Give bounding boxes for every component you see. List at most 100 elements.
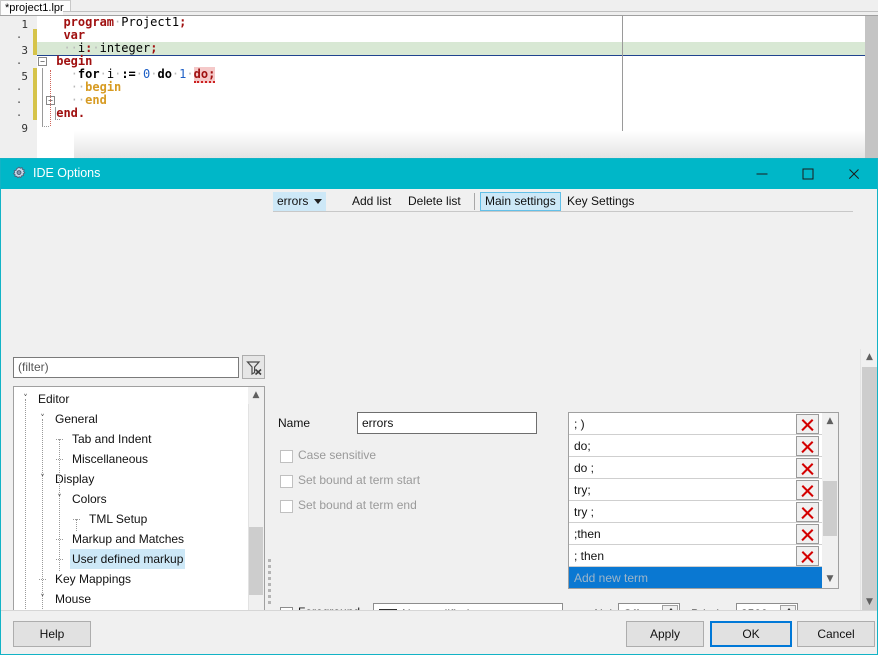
add-list-button[interactable]: Add list [348, 192, 395, 211]
line-number: 5 [21, 70, 28, 83]
bound-term-end-checkbox[interactable] [280, 500, 293, 513]
editor-code-area[interactable]: − − program·Project1; var ··i:·integer; … [37, 16, 878, 158]
case-sensitive-label: Case sensitive [298, 448, 377, 462]
ok-button[interactable]: OK [710, 621, 792, 647]
terms-list[interactable]: ; ) do; do ; try; try ; ;then ; then Add new te… [568, 412, 839, 589]
dialog-body: errors Add list Delete list Main setting… [1, 189, 877, 654]
apply-button[interactable]: Apply [626, 621, 704, 647]
tree-item-label: Miscellaneous [72, 452, 149, 466]
settings-toolbar: errors Add list Delete list Main setting… [273, 191, 853, 213]
tree-guide [59, 439, 60, 571]
tree-item-label: Tab and Indent [72, 432, 152, 446]
scroll-up-icon[interactable]: ▲ [861, 349, 877, 366]
editor-vertical-scrollbar[interactable] [865, 16, 878, 158]
term-value: ;then [574, 527, 601, 541]
line-number: 9 [21, 122, 28, 135]
scroll-down-icon[interactable]: ▼ [822, 571, 838, 588]
add-new-term-placeholder: Add new term [574, 571, 649, 585]
tree-item-label: Editor [38, 392, 70, 406]
chevron-down-icon [314, 199, 323, 204]
markup-list-combo[interactable]: errors [273, 192, 327, 211]
tree-item-label: Mouse [55, 592, 92, 606]
ide-options-dialog: IDE Options errors Add list Delete list … [0, 158, 878, 655]
bound-term-start-label: Set bound at term start [298, 473, 421, 487]
delete-term-button[interactable] [796, 524, 819, 544]
editor-gutter: 1 · 3 · 5 · · · 9 [0, 16, 33, 158]
bound-term-start-checkbox[interactable] [280, 475, 293, 488]
name-input-value: errors [362, 416, 394, 430]
add-new-term-row[interactable]: Add new term [569, 567, 823, 588]
tab-main-settings[interactable]: Main settings [480, 192, 561, 211]
tree-item-label: TML Setup [89, 512, 148, 526]
delete-term-button[interactable] [796, 458, 819, 478]
scroll-up-icon[interactable]: ▲ [822, 413, 838, 430]
help-button[interactable]: Help [13, 621, 91, 647]
tree-item-label: Markup and Matches [72, 532, 185, 546]
tree-item-label: User defined markup [70, 549, 186, 569]
maximize-button[interactable] [785, 159, 831, 189]
settings-pane-scrollbar[interactable]: ▲ ▼ [860, 349, 877, 654]
minimize-button[interactable] [739, 159, 785, 189]
delete-term-button[interactable] [796, 436, 819, 456]
line-number: · [15, 31, 23, 44]
gear-icon [11, 166, 27, 182]
close-button[interactable] [831, 159, 877, 189]
term-row[interactable]: do ; [569, 457, 823, 479]
line-number: 3 [21, 44, 28, 57]
tab-key-settings[interactable]: Key Settings [563, 192, 638, 211]
tree-scrollbar-thumb[interactable] [249, 527, 263, 595]
term-value: do ; [574, 461, 595, 475]
term-row[interactable]: try ; [569, 501, 823, 523]
term-row[interactable]: ; ) [569, 413, 823, 435]
editor-tabstrip: *project1.lpr [0, 0, 878, 15]
term-value: try ; [574, 505, 594, 519]
delete-term-button[interactable] [796, 480, 819, 500]
tree-guide [76, 519, 77, 531]
tree-item-label: Colors [72, 492, 107, 506]
dialog-title: IDE Options [33, 166, 101, 180]
line-number: · [15, 83, 23, 96]
delete-list-button[interactable]: Delete list [404, 192, 465, 211]
terms-scrollbar-thumb[interactable] [823, 481, 837, 536]
term-row[interactable]: do; [569, 435, 823, 457]
scroll-down-icon[interactable]: ▼ [861, 594, 877, 611]
case-sensitive-checkbox[interactable] [280, 450, 293, 463]
line-number: 1 [21, 18, 28, 31]
tree-item-label: General [55, 412, 98, 426]
dialog-titlebar[interactable]: IDE Options [1, 159, 877, 189]
line-number: · [15, 57, 23, 70]
term-row[interactable]: ; then [569, 545, 823, 567]
scroll-up-icon[interactable]: ▲ [248, 387, 264, 404]
terms-scrollbar[interactable]: ▲ ▼ [822, 413, 838, 588]
term-value: do; [574, 439, 591, 453]
fold-line-end [42, 126, 49, 127]
delete-term-button[interactable] [796, 546, 819, 566]
tree-item-label: Key Mappings [55, 572, 132, 586]
close-icon [848, 168, 861, 181]
name-input[interactable]: errors [357, 412, 537, 434]
editor-tab-label: *project1.lpr [5, 2, 64, 14]
minimize-icon [756, 173, 768, 175]
name-label: Name [278, 416, 311, 430]
filter-input[interactable]: (filter) [13, 357, 239, 378]
filter-placeholder: (filter) [18, 360, 49, 374]
toolbar-underline [273, 211, 853, 212]
code-editor[interactable]: 1 · 3 · 5 · · · 9 − − program·Project1; … [0, 15, 878, 158]
maximize-icon [802, 168, 814, 180]
cancel-button[interactable]: Cancel [797, 621, 875, 647]
delete-term-button[interactable] [796, 502, 819, 522]
fold-toggle-begin[interactable]: − [38, 57, 47, 66]
term-row[interactable]: ;then [569, 523, 823, 545]
dialog-footer: Help Apply OK Cancel [1, 610, 877, 654]
fold-line [42, 68, 43, 120]
line-number: · [15, 96, 23, 109]
filter-clear-button[interactable] [242, 355, 265, 379]
markup-list-combo-value: errors [277, 194, 309, 208]
term-value: ; then [574, 549, 605, 563]
editor-tab-project1[interactable]: *project1.lpr [0, 0, 71, 15]
panel-splitter[interactable] [265, 559, 273, 607]
delete-term-button[interactable] [796, 414, 819, 434]
filter-clear-icon [246, 361, 262, 376]
term-row[interactable]: try; [569, 479, 823, 501]
term-value: ; ) [574, 417, 585, 431]
